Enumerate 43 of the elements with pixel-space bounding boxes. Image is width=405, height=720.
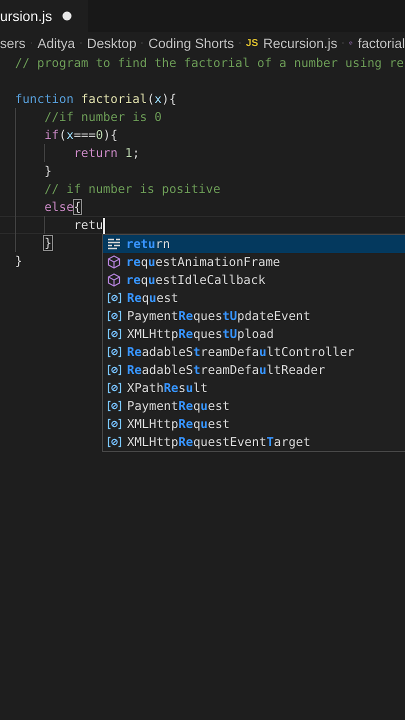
suggestion-item[interactable]: PaymentRequest: [103, 397, 405, 415]
suggestion-item[interactable]: XMLHttpRequestEventTarget: [103, 433, 405, 451]
variable-icon: [107, 345, 122, 359]
breadcrumb-item[interactable]: Desktop: [86, 36, 136, 50]
variable-icon: [107, 435, 122, 449]
suggestion-item[interactable]: requestAnimationFrame: [103, 253, 405, 271]
suggestion-item[interactable]: requestIdleCallback: [103, 271, 405, 289]
code-line: retu: [74, 218, 104, 232]
cube-icon: [107, 255, 121, 269]
suggestion-item[interactable]: Request: [103, 289, 405, 307]
suggestion-item[interactable]: XMLHttpRequestUpload: [103, 325, 405, 343]
breadcrumb-item[interactable]: Recursion.js: [263, 36, 338, 50]
js-file-icon: JS: [246, 38, 258, 48]
code-line: //if number is 0: [44, 110, 162, 124]
code-line: function factorial(x){: [15, 92, 176, 106]
variable-icon: [107, 327, 122, 341]
breadcrumb-item[interactable]: Coding Shorts: [148, 36, 234, 50]
suggestion-item[interactable]: retu rn: [103, 235, 405, 253]
suggestion-item[interactable]: XMLHttpRequest: [103, 415, 405, 433]
suggestion-item[interactable]: ReadableSt reamDefaultReader: [103, 361, 405, 379]
code-line: else{: [44, 200, 82, 214]
suggestion-item[interactable]: XPathResult: [103, 379, 405, 397]
variable-icon: [107, 309, 122, 323]
variable-icon: [107, 291, 122, 305]
variable-icon: [107, 363, 122, 377]
code-line: }: [15, 254, 22, 268]
suggestion-item[interactable]: PaymentRequestUpdateEvent: [103, 307, 405, 325]
keyword-icon: [107, 237, 121, 251]
code-line: }: [44, 236, 52, 250]
file-tab[interactable]: ursion.js: [0, 0, 88, 32]
code-line: if(x===0){: [44, 128, 118, 142]
breadcrumb-item[interactable]: sers: [0, 36, 26, 50]
breadcrumb-item[interactable]: Aditya: [37, 36, 75, 50]
breadcrumb-item[interactable]: factorial: [358, 36, 405, 50]
code-line: // if number is positive: [44, 182, 220, 196]
variable-icon: [107, 417, 122, 431]
suggestion-item[interactable]: ReadableSt reamDefaultController: [103, 343, 405, 361]
code-line: return 1;: [74, 146, 140, 160]
code-line: }: [44, 164, 52, 178]
code-line: // program to find the factorial of a number using re: [15, 56, 404, 70]
cube-icon: [107, 273, 121, 287]
variable-icon: [107, 381, 122, 395]
variable-icon: [107, 399, 122, 413]
